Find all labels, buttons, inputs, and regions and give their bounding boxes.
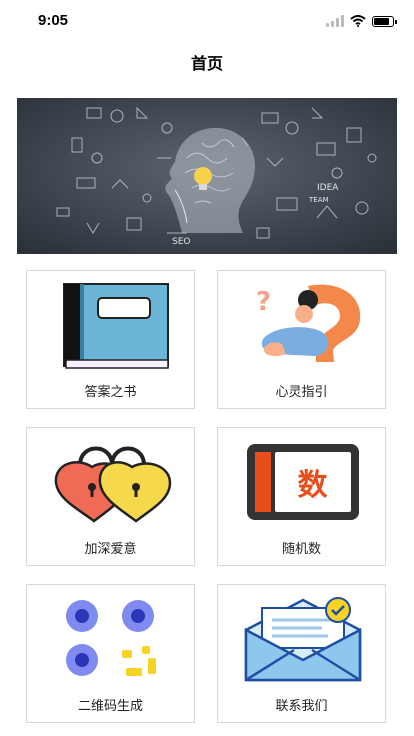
question-mark-person-icon: ?: [256, 284, 360, 362]
battery-icon: [372, 15, 397, 27]
doodle-text-idea: IDEA: [317, 183, 339, 193]
svg-text:?: ?: [256, 287, 271, 317]
number-card-badge: 数: [297, 468, 328, 503]
menu-card-contact-us[interactable]: 联系我们: [217, 584, 386, 723]
doodle-text-seo: SEO: [172, 237, 190, 247]
menu-card-deepen-love[interactable]: 加深爱意: [26, 427, 195, 566]
book-icon: [62, 283, 169, 369]
banner-image[interactable]: SEO IDEA TEAM: [17, 98, 397, 254]
page-title: 首页: [190, 54, 223, 73]
heart-locks-icon: [54, 446, 171, 523]
mail-envelope-icon: [244, 597, 361, 682]
battery-fill: [374, 17, 389, 25]
status-time: 9:05: [38, 12, 69, 29]
menu-card-label: 二维码生成: [77, 699, 143, 714]
menu-card-qr-generator[interactable]: 二维码生成: [26, 584, 195, 723]
menu-card-answer-book[interactable]: 答案之书: [26, 270, 195, 409]
menu-card-label: 联系我们: [275, 699, 328, 714]
menu-card-label: 随机数: [281, 542, 321, 557]
cellular-signal-icon: [326, 15, 344, 27]
number-card-icon: 数: [246, 444, 359, 520]
wifi-icon: [350, 15, 366, 27]
doodle-text-team: TEAM: [308, 196, 329, 204]
menu-card-label: 加深爱意: [84, 542, 137, 557]
menu-card-random-number[interactable]: 数 随机数: [217, 427, 386, 566]
status-bar: 9:05: [0, 0, 414, 40]
status-icons: [326, 14, 397, 28]
brain-ideas-banner: SEO IDEA TEAM: [17, 98, 397, 254]
number-card-spine: [254, 452, 271, 512]
menu-card-label: 答案之书: [84, 385, 137, 400]
qr-dots-icon: [65, 600, 156, 676]
menu-card-label: 心灵指引: [275, 385, 328, 400]
menu-card-mind-guide[interactable]: ? 心灵指引: [217, 270, 386, 409]
